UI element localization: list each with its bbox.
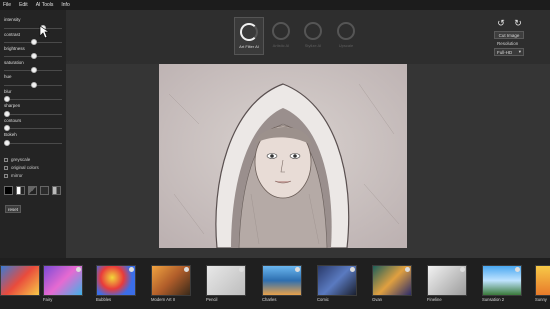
thumbnail-label: Gvan	[372, 297, 383, 302]
thumbnail-label: Fairy	[43, 297, 53, 302]
main-image	[159, 64, 407, 248]
slider-knob-contours[interactable]	[4, 125, 10, 131]
thumbnail-badge-icon	[460, 267, 465, 272]
slider-knob-brightness[interactable]	[31, 53, 37, 59]
resolution-select[interactable]: Full-HD ▾	[494, 48, 524, 56]
slider-label-bokeh: Bokeh	[4, 132, 17, 137]
mode-icons	[4, 186, 61, 195]
thumbnail-badge-icon	[295, 267, 300, 272]
thumbnail-badge-icon	[515, 267, 520, 272]
empty-fill-icon[interactable]	[40, 186, 49, 195]
resolution-value: Full-HD	[497, 49, 513, 55]
thumbnail-image	[535, 265, 550, 296]
menu-bar: File Edit AI Tools Info	[0, 0, 550, 10]
menu-info[interactable]: Info	[61, 2, 69, 8]
style-thumbnail[interactable]: Comic	[317, 265, 357, 303]
style-thumbnail[interactable]: Modern Art II	[151, 265, 191, 303]
checkbox-mirror[interactable]: mirror	[4, 173, 23, 178]
thumbnail-badge-icon	[350, 267, 355, 272]
thumbnail-badge-icon	[184, 267, 189, 272]
rotate-left-icon[interactable]: ↺	[496, 18, 506, 28]
chevron-down-icon: ▾	[518, 49, 521, 54]
cut-image-button[interactable]: Cut Image	[494, 31, 524, 39]
slider-label-contrast: contrast	[4, 32, 21, 37]
style-thumbnail[interactable]: Bubbles	[96, 265, 136, 303]
style-thumbnail[interactable]	[0, 265, 40, 303]
thumbnail-label: Pencil	[206, 297, 218, 302]
style-thumbnail[interactable]: Fairy	[43, 265, 83, 303]
rotate-right-icon[interactable]: ↻	[513, 18, 523, 28]
checkbox-greyscale-label: greyscale	[11, 157, 31, 162]
mouse-cursor-icon	[39, 25, 51, 39]
style-thumbnail[interactable]: Sunsation 2	[482, 265, 522, 303]
style-thumbnail[interactable]: Sunny	[535, 265, 550, 303]
menu-edit[interactable]: Edit	[19, 2, 28, 8]
slider-bokeh[interactable]	[4, 143, 62, 144]
checkbox-original-colors[interactable]: original colors	[4, 165, 39, 170]
upscale-filter-icon	[337, 22, 355, 40]
style-thumbnail[interactable]: Charles	[262, 265, 302, 303]
filter-art-filter-ai[interactable]: Art Filter AI	[234, 17, 264, 55]
thumbnail-label: Sunny	[535, 297, 547, 302]
thumbnail-badge-icon	[405, 267, 410, 272]
checkbox-mirror-label: mirror	[11, 173, 23, 178]
slider-label-sharpen: sharpen	[4, 103, 21, 108]
slider-label-contours: contours	[4, 118, 22, 123]
thumbnail-badge-icon	[129, 267, 134, 272]
split-fill-icon[interactable]	[52, 186, 61, 195]
thumbnail-label: Bubbles	[96, 297, 112, 302]
style-thumbnail[interactable]: Fineline	[427, 265, 467, 303]
checkbox-greyscale[interactable]: greyscale	[4, 157, 30, 162]
slider-knob-saturation[interactable]	[31, 67, 37, 73]
slider-label-saturation: saturation	[4, 60, 24, 65]
slider-blur[interactable]	[4, 99, 62, 100]
slider-label-hue: hue	[4, 74, 12, 79]
stylize-filter-icon	[304, 22, 322, 40]
resolution-label: Resolution	[497, 41, 519, 46]
slider-knob-bokeh[interactable]	[4, 140, 10, 146]
menu-file[interactable]: File	[3, 2, 11, 8]
black-fill-icon[interactable]	[4, 186, 13, 195]
filter-label: Upscale	[338, 43, 354, 48]
filter-label: Art Filter AI	[239, 44, 259, 49]
slider-label-brightness: brightness	[4, 46, 25, 51]
slider-knob-sharpen[interactable]	[4, 111, 10, 117]
slider-label-intensity: intensity	[4, 17, 21, 22]
thumbnail-badge-icon	[239, 267, 244, 272]
slider-label-blur: blur	[4, 89, 12, 94]
slider-contours[interactable]	[4, 128, 62, 129]
filter-label: Artistic AI	[272, 43, 290, 48]
thumbnail-badge-icon	[76, 267, 81, 272]
artistic-filter-icon	[272, 22, 290, 40]
filter-label: Stylize AI	[304, 43, 322, 48]
thumbnail-label: Comic	[317, 297, 329, 302]
thumbnail-label: Charles	[262, 297, 277, 302]
filter-upscale[interactable]: Upscale	[331, 17, 361, 55]
thumbnail-image	[0, 265, 40, 296]
slider-knob-hue[interactable]	[31, 82, 37, 88]
slider-sharpen[interactable]	[4, 114, 62, 115]
thumbnail-label: Modern Art II	[151, 297, 175, 302]
checkbox-original-colors-label: original colors	[11, 165, 39, 170]
diagonal-fill-icon[interactable]	[28, 186, 37, 195]
menu-ai-tools[interactable]: AI Tools	[36, 2, 54, 8]
reset-button[interactable]: reset	[5, 205, 21, 213]
slider-intensity[interactable]	[4, 28, 62, 29]
slider-knob-contrast[interactable]	[31, 39, 37, 45]
half-fill-icon[interactable]	[16, 186, 25, 195]
slider-knob-blur[interactable]	[4, 96, 10, 102]
thumbnail-label: Fineline	[427, 297, 442, 302]
filter-stylize-ai[interactable]: Stylize AI	[298, 17, 328, 55]
art-filter-icon	[240, 23, 258, 41]
style-thumbnail[interactable]: Pencil	[206, 265, 246, 303]
style-thumbnail[interactable]: Gvan	[372, 265, 412, 303]
filter-artistic-ai[interactable]: Artistic AI	[266, 17, 296, 55]
thumbnail-label: Sunsation 2	[482, 297, 505, 302]
